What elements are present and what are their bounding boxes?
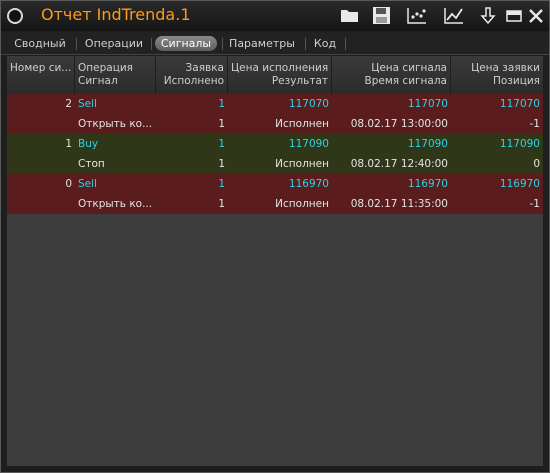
- tab-divider: [222, 38, 223, 50]
- tab-bar: Сводный Операции Сигналы Параметры Код: [1, 32, 549, 55]
- signal-type: Открыть ко...: [78, 198, 153, 210]
- operation: Sell: [78, 98, 97, 110]
- title-bar: Отчет IndTrenda.1: [1, 1, 549, 31]
- column-header[interactable]: Цена исполнения Результат: [228, 56, 332, 94]
- minimize-icon[interactable]: [504, 5, 526, 25]
- column-header-line1: Номер си...: [10, 62, 71, 74]
- signal-row[interactable]: 0 Sell 1 116970 116970 116970: [7, 174, 543, 194]
- open-folder-icon[interactable]: [339, 5, 361, 25]
- executed: 1: [218, 198, 225, 210]
- column-header[interactable]: Операция Сигнал: [75, 56, 156, 94]
- column-header-line1: Операция: [78, 62, 133, 74]
- column-header-line1: Заявка: [185, 62, 224, 74]
- order: 1: [218, 98, 225, 110]
- executed: 1: [218, 118, 225, 130]
- column-header[interactable]: Заявка Исполнено: [156, 56, 228, 94]
- order-price: 117090: [499, 138, 540, 150]
- tab-divider: [305, 38, 306, 50]
- column-header-line1: Цена заявки: [471, 62, 540, 74]
- signal-detail-row[interactable]: Открыть ко... 1 Исполнен 08.02.17 13:00:…: [7, 114, 543, 134]
- order-price: 117070: [499, 98, 540, 110]
- signal-detail-row[interactable]: Открыть ко... 1 Исполнен 08.02.17 11:35:…: [7, 194, 543, 214]
- signal-type: Открыть ко...: [78, 118, 153, 130]
- tab-parameters[interactable]: Параметры: [226, 36, 298, 51]
- save-icon[interactable]: [371, 5, 393, 25]
- operation: Sell: [78, 178, 97, 190]
- tab-signals[interactable]: Сигналы: [155, 36, 217, 51]
- operation: Buy: [78, 138, 99, 150]
- signal-time: 08.02.17 12:40:00: [350, 158, 448, 170]
- window-title: Отчет IndTrenda.1: [41, 5, 191, 24]
- tab-operations[interactable]: Операции: [81, 36, 147, 51]
- line-chart-icon[interactable]: [443, 5, 465, 25]
- column-header-line1: Цена сигнала: [371, 62, 447, 74]
- report-window: Отчет IndTrenda.1 Сводный Операции Сигна…: [0, 0, 550, 473]
- column-header[interactable]: Номер си...: [7, 56, 75, 94]
- signal-price: 116970: [407, 178, 448, 190]
- position: 0: [533, 158, 540, 170]
- tab-divider: [151, 38, 152, 50]
- executed: 1: [218, 158, 225, 170]
- signals-table: Номер си... Операция Сигнал Заявка Испол…: [7, 56, 543, 466]
- table-header: Номер си... Операция Сигнал Заявка Испол…: [7, 56, 543, 95]
- signal-price: 117070: [407, 98, 448, 110]
- tab-divider: [76, 38, 77, 50]
- column-header-line2: Исполнено: [163, 75, 224, 87]
- execution-price: 117070: [288, 98, 329, 110]
- result: Исполнен: [275, 158, 329, 170]
- signal-type: Стоп: [78, 158, 105, 170]
- column-header[interactable]: Цена сигнала Время сигнала: [332, 56, 451, 94]
- order-price: 116970: [499, 178, 540, 190]
- column-header-line2: Результат: [271, 75, 328, 87]
- tab-code[interactable]: Код: [309, 36, 341, 51]
- execution-price: 116970: [288, 178, 329, 190]
- close-icon[interactable]: [526, 5, 548, 25]
- signal-row[interactable]: 2 Sell 1 117070 117070 117070: [7, 94, 543, 114]
- tab-divider: [345, 38, 346, 50]
- column-header-line2: Сигнал: [78, 75, 118, 87]
- signal-row[interactable]: 1 Buy 1 117090 117090 117090: [7, 134, 543, 154]
- column-header[interactable]: Цена заявки Позиция: [451, 56, 543, 94]
- order: 1: [218, 178, 225, 190]
- column-header-line2: [10, 75, 71, 88]
- column-header-line2: Позиция: [492, 75, 540, 87]
- download-arrow-icon[interactable]: [477, 5, 499, 25]
- signal-time: 08.02.17 13:00:00: [350, 118, 448, 130]
- order: 1: [218, 138, 225, 150]
- execution-price: 117090: [288, 138, 329, 150]
- signal-number: 2: [65, 98, 72, 110]
- position: -1: [529, 198, 540, 210]
- signal-time: 08.02.17 11:35:00: [350, 198, 448, 210]
- position: -1: [529, 118, 540, 130]
- scatter-chart-icon[interactable]: [406, 5, 428, 25]
- signal-number: 0: [65, 178, 72, 190]
- signal-number: 1: [65, 138, 72, 150]
- result: Исполнен: [275, 198, 329, 210]
- column-header-line1: Цена исполнения: [231, 62, 328, 74]
- column-header-line2: Время сигнала: [364, 75, 447, 87]
- tab-summary[interactable]: Сводный: [9, 36, 71, 51]
- signal-price: 117090: [407, 138, 448, 150]
- signal-detail-row[interactable]: Стоп 1 Исполнен 08.02.17 12:40:00 0: [7, 154, 543, 174]
- result: Исполнен: [275, 118, 329, 130]
- app-icon[interactable]: [7, 8, 23, 24]
